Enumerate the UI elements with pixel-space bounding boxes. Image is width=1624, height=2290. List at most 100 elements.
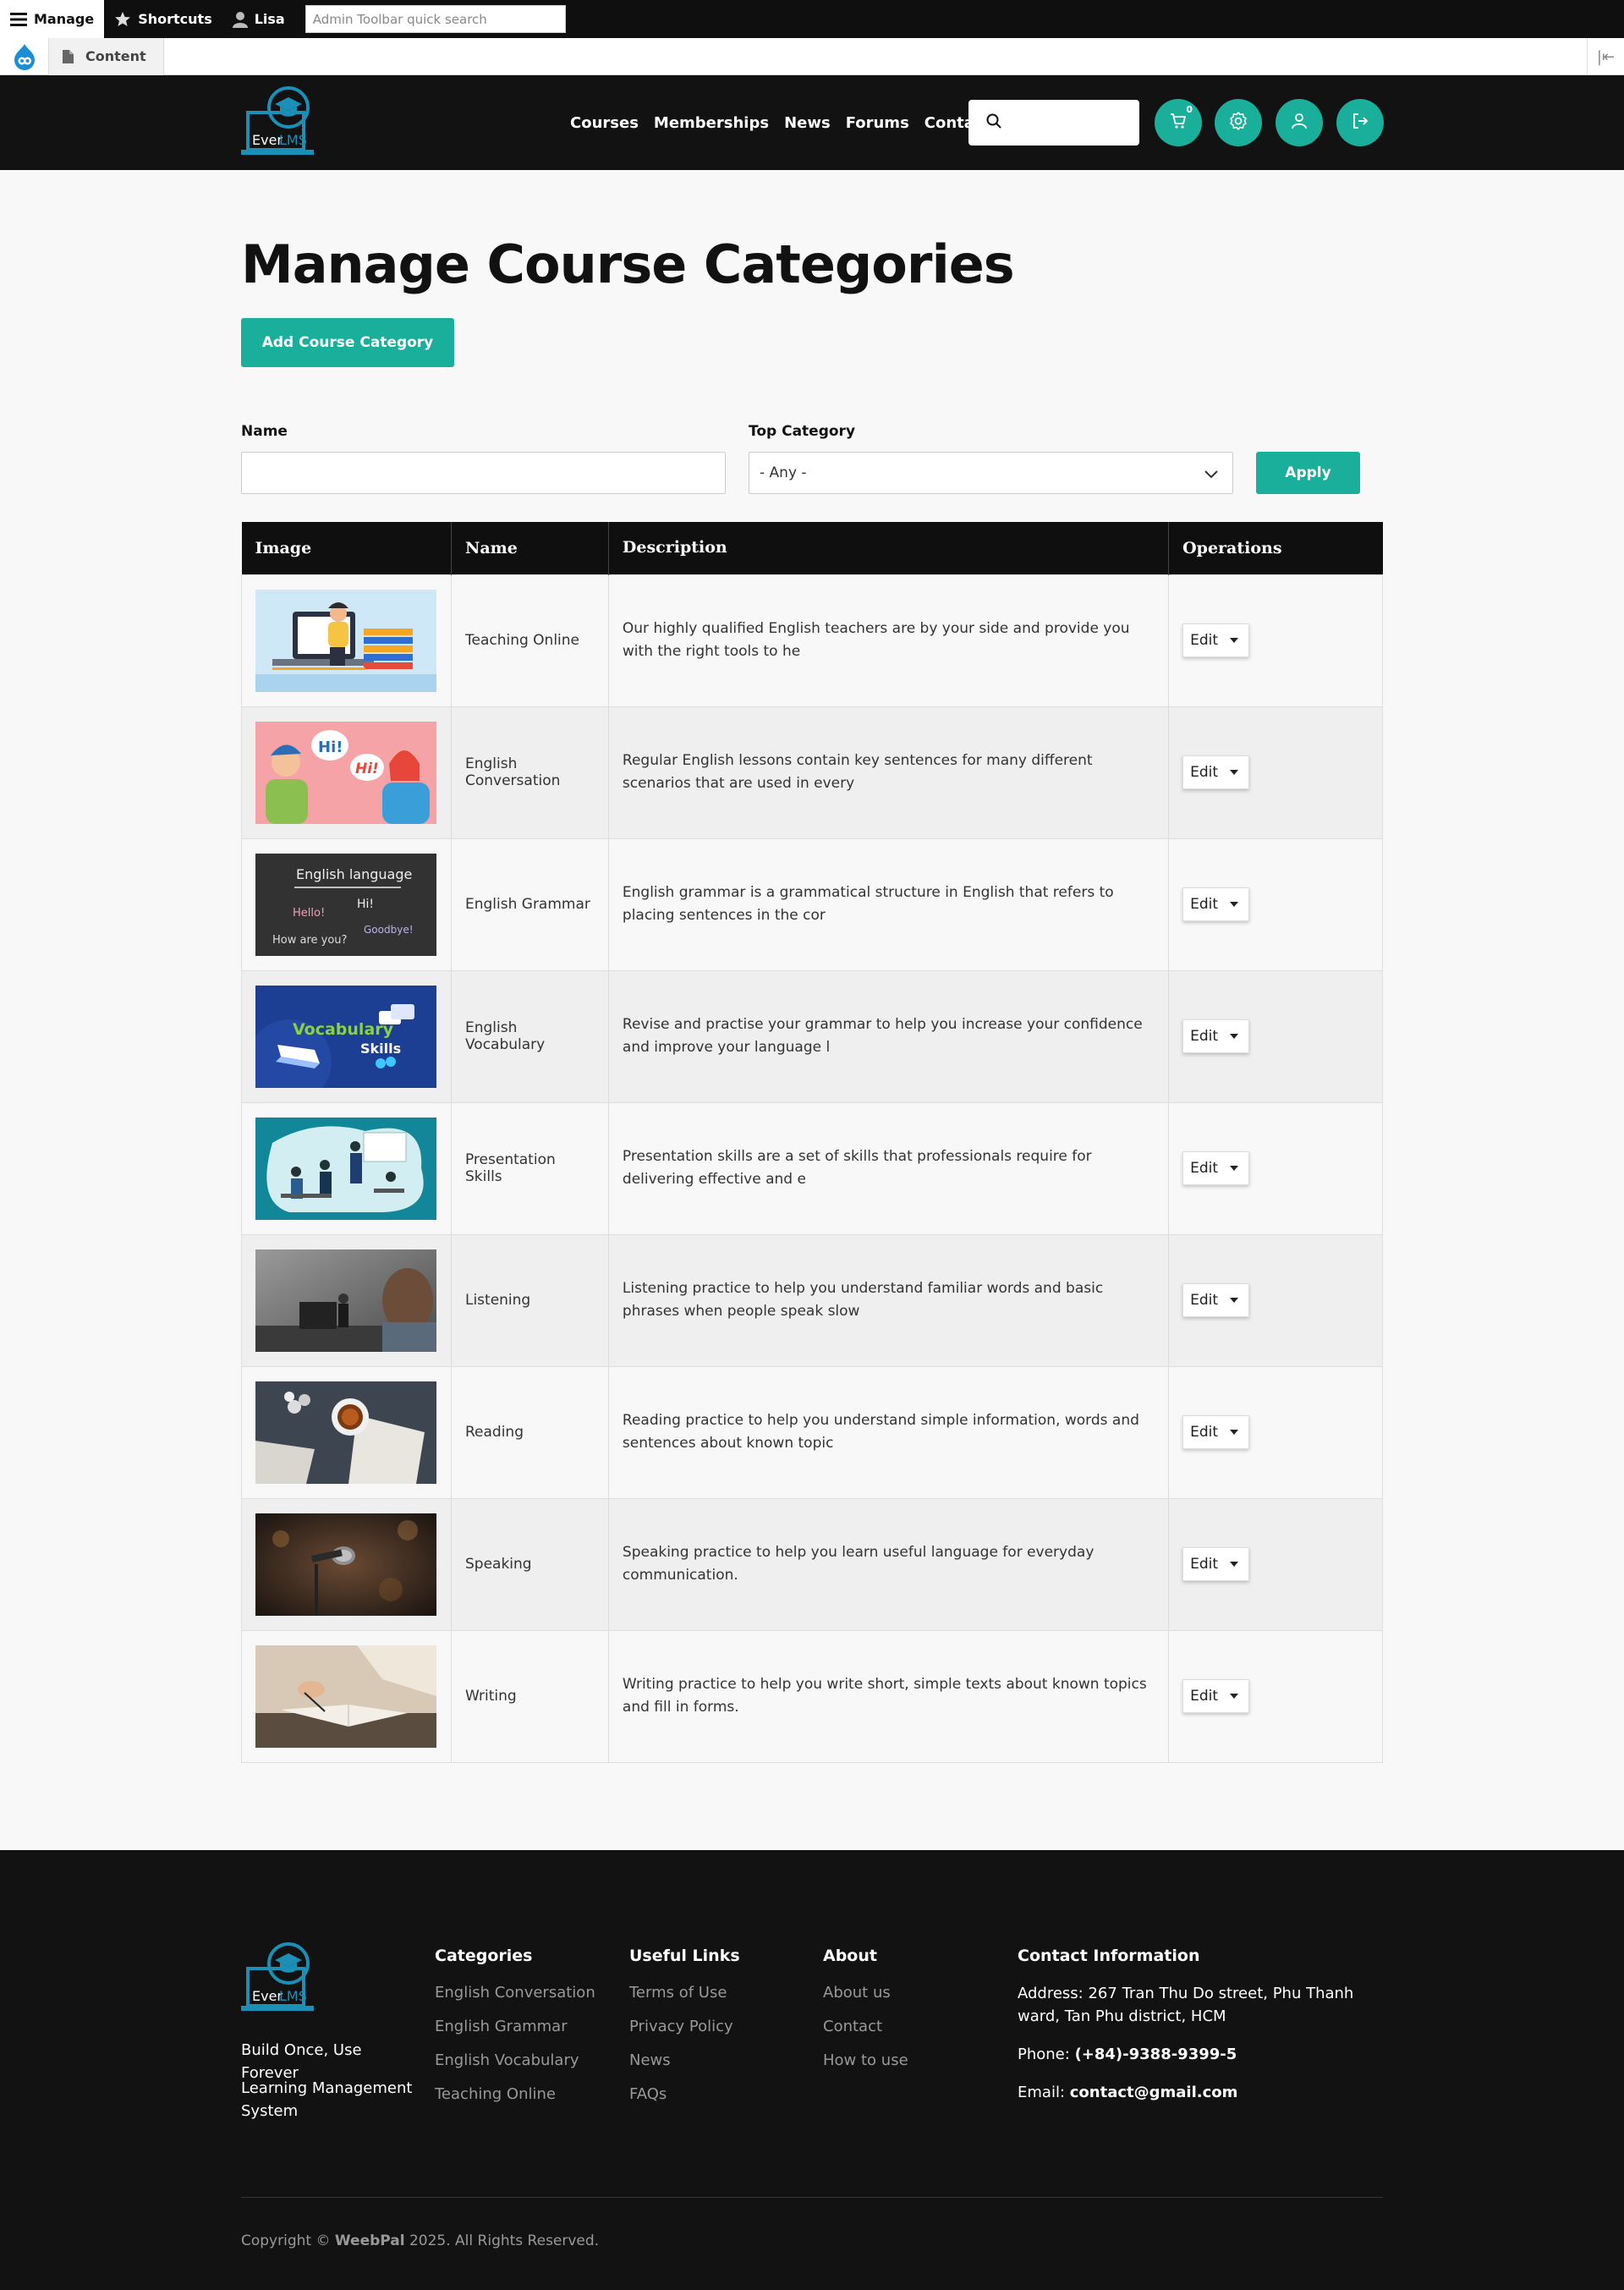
category-description: Presentation skills are a set of skills … [607, 1101, 1170, 1235]
name-filter-input[interactable] [241, 452, 726, 494]
category-description: Speaking practice to help you learn usef… [607, 1497, 1170, 1631]
tray-content-link[interactable]: Content [49, 37, 164, 75]
cart-button[interactable]: 0 [1155, 99, 1202, 146]
reading-thumbnail[interactable] [255, 1381, 436, 1484]
listening-thumbnail[interactable] [255, 1249, 436, 1352]
category-description: Our highly qualified English teachers ar… [607, 574, 1170, 707]
footer-link[interactable]: How to use [823, 2050, 908, 2071]
edit-dropdown-button[interactable]: Edit [1182, 755, 1250, 789]
edit-dropdown-button[interactable]: Edit [1182, 1679, 1250, 1713]
footer-link[interactable]: FAQs [629, 2084, 740, 2105]
admin-quick-search-input[interactable] [304, 5, 566, 33]
document-icon [63, 49, 74, 63]
caret-down-icon [1230, 1166, 1239, 1171]
cart-count-badge: 0 [1186, 104, 1193, 115]
footer-useful-links-column: Useful Links Terms of Use Privacy Policy… [629, 1947, 740, 2117]
admin-shortcuts-button[interactable]: Shortcuts [104, 0, 222, 38]
add-course-category-button[interactable]: Add Course Category [241, 318, 454, 367]
english-grammar-thumbnail[interactable]: English language Hello! Hi! How are you?… [255, 853, 436, 956]
edit-dropdown-button[interactable]: Edit [1182, 623, 1250, 657]
logo-text-ever: Ever [252, 132, 283, 148]
account-button[interactable] [1276, 99, 1323, 146]
presentation-skills-thumbnail[interactable] [255, 1117, 436, 1220]
table-row: Teaching Online Our highly qualified Eng… [241, 574, 1383, 707]
category-name: Listening [450, 1233, 609, 1367]
column-header-description[interactable]: Description [608, 522, 1170, 574]
footer-link[interactable]: Contact [823, 2016, 908, 2037]
english-conversation-thumbnail[interactable]: Hi! Hi! [255, 721, 436, 824]
footer-description: Learning Management System [241, 2079, 413, 2120]
nav-forums[interactable]: Forums [846, 114, 909, 132]
top-category-select[interactable]: - Any - [749, 452, 1233, 494]
apply-filter-button[interactable]: Apply [1256, 452, 1360, 494]
everlms-logo[interactable]: Ever LMS [241, 85, 317, 160]
user-icon [232, 11, 248, 28]
settings-button[interactable] [1215, 99, 1262, 146]
speaking-thumbnail[interactable] [255, 1513, 436, 1616]
admin-toolbar: Manage Shortcuts Lisa [0, 0, 1624, 38]
footer-categories-column: Categories English Conversation English … [435, 1947, 595, 2117]
teaching-online-thumbnail[interactable] [255, 589, 436, 692]
logout-button[interactable] [1336, 99, 1384, 146]
admin-user-button[interactable]: Lisa [222, 0, 295, 38]
edit-dropdown-button[interactable]: Edit [1182, 1547, 1250, 1581]
column-header-image[interactable]: Image [241, 522, 452, 574]
column-header-name[interactable]: Name [451, 522, 609, 574]
category-name: English Grammar [450, 837, 609, 971]
writing-thumbnail[interactable] [255, 1645, 436, 1748]
search-icon[interactable] [985, 113, 1002, 133]
edit-dropdown-button[interactable]: Edit [1182, 887, 1250, 921]
caret-down-icon [1230, 1694, 1239, 1699]
caret-down-icon [1230, 770, 1239, 775]
thumb-text-english-language: English language [296, 866, 412, 882]
course-categories-table: Image Name Description Operations Teachi… [241, 522, 1383, 1763]
caret-down-icon [1230, 1298, 1239, 1303]
category-description: Revise and practise your grammar to help… [607, 969, 1170, 1103]
caret-down-icon [1230, 1562, 1239, 1567]
name-filter-label: Name [241, 423, 288, 440]
table-row: Writing Writing practice to help you wri… [241, 1629, 1383, 1763]
edit-label: Edit [1190, 1292, 1219, 1309]
table-row: Speaking Speaking practice to help you l… [241, 1497, 1383, 1631]
english-vocabulary-thumbnail[interactable]: Vocabulary Skills [255, 985, 436, 1088]
nav-memberships[interactable]: Memberships [654, 114, 769, 132]
footer-link[interactable]: English Conversation [435, 1982, 595, 2003]
footer-link[interactable]: Terms of Use [629, 1982, 740, 2003]
nav-courses[interactable]: Courses [570, 114, 639, 132]
footer-logo-text-lms: LMS [279, 1988, 307, 2004]
footer-link[interactable]: English Grammar [435, 2016, 595, 2037]
thumb-text-hi: Hi! [357, 898, 374, 911]
edit-label: Edit [1190, 1688, 1219, 1705]
edit-label: Edit [1190, 1028, 1219, 1045]
admin-manage-button[interactable]: Manage [0, 0, 105, 38]
footer-categories-title: Categories [435, 1947, 533, 1965]
footer-link[interactable]: News [629, 2050, 740, 2071]
footer-link[interactable]: English Vocabulary [435, 2050, 595, 2071]
admin-tray: Content |⇤ [0, 37, 1624, 75]
thumb-text-hello: Hello! [293, 907, 325, 920]
thumb-text-hi-2: Hi! [355, 761, 379, 777]
edit-dropdown-button[interactable]: Edit [1182, 1151, 1250, 1185]
caret-down-icon [1230, 1034, 1239, 1039]
category-description: Regular English lessons contain key sent… [607, 706, 1170, 839]
thumb-text-goodbye: Goodbye! [364, 924, 414, 936]
tray-orientation-toggle-icon[interactable]: |⇤ [1587, 38, 1624, 75]
edit-dropdown-button[interactable]: Edit [1182, 1283, 1250, 1317]
footer-divider [241, 2197, 1383, 2198]
site-search-input[interactable] [1012, 106, 1131, 140]
footer-brand-link[interactable]: WeebPal [335, 2232, 405, 2249]
edit-dropdown-button[interactable]: Edit [1182, 1019, 1250, 1053]
footer-phone: Phone: (+84)-9388-9399-5 [1018, 2046, 1237, 2063]
footer-link[interactable]: Teaching Online [435, 2084, 595, 2105]
category-name: Presentation Skills [450, 1101, 609, 1235]
edit-label: Edit [1190, 1556, 1219, 1573]
footer-everlms-logo[interactable]: Ever LMS [241, 1941, 317, 2016]
edit-label: Edit [1190, 896, 1219, 913]
footer-link[interactable]: About us [823, 1982, 908, 2003]
footer-link[interactable]: Privacy Policy [629, 2016, 740, 2037]
edit-dropdown-button[interactable]: Edit [1182, 1415, 1250, 1449]
main-nav: Courses Memberships News Forums Contact … [570, 75, 1033, 170]
drupal-logo-icon[interactable] [0, 37, 49, 75]
category-description: Writing practice to help you write short… [607, 1629, 1170, 1763]
nav-news[interactable]: News [784, 114, 831, 132]
